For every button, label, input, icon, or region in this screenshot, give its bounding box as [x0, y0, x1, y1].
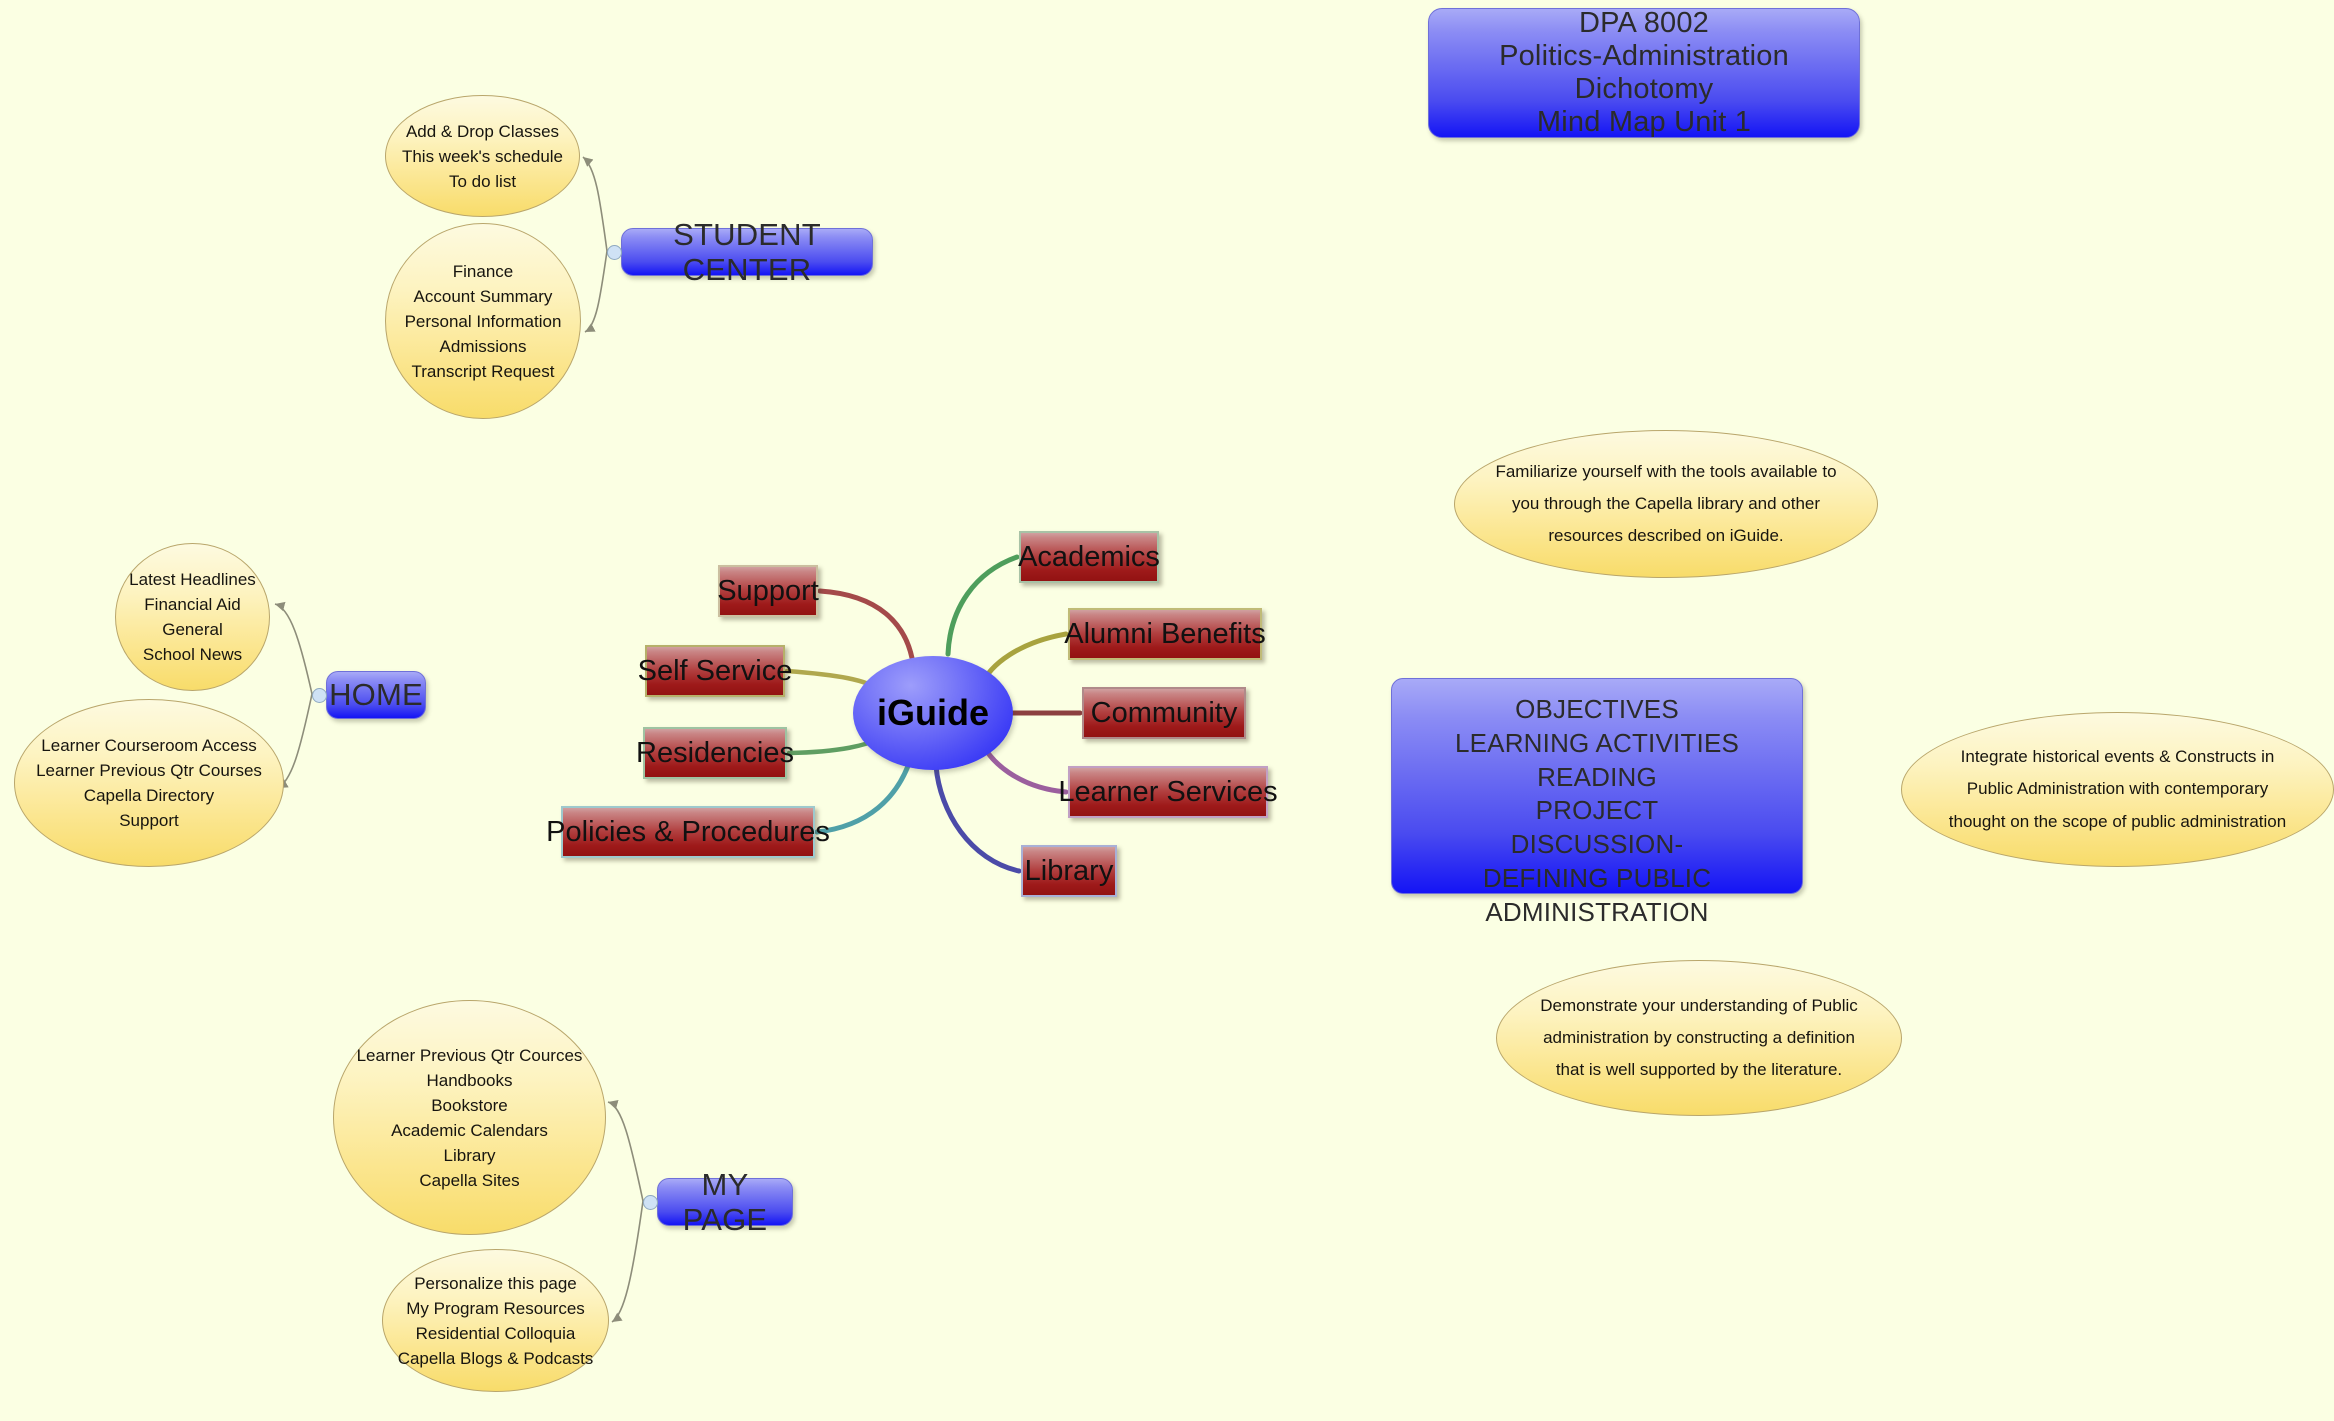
list-item: Academic Calendars [391, 1120, 548, 1140]
branch-curve-policies [814, 763, 911, 835]
connector-student-center-2 [584, 250, 608, 333]
objectives-line-5: DISCUSSION- [1510, 829, 1684, 860]
home-detail-group-2: Learner Courseroom Access Learner Previo… [14, 699, 284, 867]
note-library-tools: Familiarize yourself with the tools avai… [1454, 430, 1878, 578]
list-item: Learner Courseroom Access [41, 736, 257, 755]
student-center-detail-group-1: Add & Drop Classes This week's schedule … [385, 95, 580, 217]
student-center-detail-group-2: Finance Account Summary Personal Informa… [385, 223, 581, 419]
home-detail-group-1: Latest Headlines Financial Aid General S… [115, 543, 270, 691]
branch-academics[interactable]: Academics [1018, 531, 1160, 583]
branch-community[interactable]: Community [1082, 687, 1246, 739]
objectives-line-2: LEARNING ACTIVITIES [1454, 727, 1740, 758]
node-iguide-center[interactable]: iGuide [853, 656, 1013, 770]
branch-curve-support [817, 588, 915, 661]
objectives-line-1: OBJECTIVES [1515, 694, 1679, 724]
branch-community-label: Community [1090, 696, 1238, 729]
list-item: Bookstore [431, 1095, 508, 1115]
note-demonstrate-understanding: Demonstrate your understanding of Public… [1496, 960, 1902, 1116]
list-item: Personalize this page [414, 1273, 577, 1293]
objectives-line-3: READING [1537, 761, 1657, 792]
node-my-page-label: MY PAGE [682, 1166, 768, 1237]
branch-self-service[interactable]: Self Service [638, 645, 792, 697]
list-item: Learner Previous Qtr Cources [356, 1045, 583, 1065]
note-text: Integrate historical events & Constructs… [1948, 747, 2287, 831]
note-text: Familiarize yourself with the tools avai… [1495, 461, 1837, 546]
connector-mypage-2 [611, 1200, 644, 1323]
list-item: Residential Colloquia [415, 1323, 576, 1343]
list-item: Learner Previous Qtr Courses [36, 761, 262, 780]
list-item: Add & Drop Classes [405, 121, 560, 141]
list-item: School News [142, 645, 243, 664]
objectives-line-4: PROJECT [1535, 795, 1659, 826]
title-line-3: Mind Map Unit 1 [1536, 105, 1752, 138]
branch-curve-library [933, 763, 1022, 874]
note-historical-events: Integrate historical events & Constructs… [1901, 712, 2334, 867]
list-item: This week's schedule [401, 146, 564, 166]
branch-policies-and-procedures[interactable]: Policies & Procedures [546, 806, 830, 858]
branch-support[interactable]: Support [717, 565, 819, 617]
list-item: My Program Resources [406, 1298, 585, 1318]
node-iguide-label: iGuide [876, 692, 989, 733]
node-student-center[interactable]: STUDENT CENTER [621, 217, 873, 287]
list-item: Capella Sites [419, 1170, 520, 1190]
mind-map-title: DPA 8002 Politics-Administration Dichoto… [1428, 7, 1860, 138]
list-item: Handbooks [426, 1070, 513, 1090]
branch-learner-services-label: Learner Services [1058, 775, 1278, 808]
branch-alumni-label: Alumni Benefits [1064, 617, 1266, 650]
branch-residencies[interactable]: Residencies [636, 727, 794, 779]
objectives-line-6: DEFINING PUBLIC ADMINISTRATION [1482, 862, 1712, 927]
title-line-2: Politics-Administration Dichotomy [1499, 40, 1789, 105]
list-item: Latest Headlines [129, 570, 256, 589]
list-item: Capella Blogs & Podcasts [397, 1348, 594, 1368]
collapse-toggle-home[interactable] [312, 688, 327, 703]
list-item: Capella Directory [83, 786, 215, 805]
branch-curve-academics [945, 554, 1020, 657]
objectives-panel: OBJECTIVES LEARNING ACTIVITIES READING P… [1391, 678, 1803, 927]
node-my-page[interactable]: MY PAGE [657, 1167, 793, 1237]
branch-library-label: Library [1024, 854, 1114, 887]
mind-map-canvas: DPA 8002 Politics-Administration Dichoto… [0, 0, 2334, 1421]
branch-support-label: Support [717, 574, 819, 607]
branch-alumni-benefits[interactable]: Alumni Benefits [1064, 608, 1266, 660]
branch-academics-label: Academics [1018, 540, 1160, 573]
collapse-toggle-student-center[interactable] [607, 245, 622, 260]
list-item: Transcript Request [411, 361, 555, 381]
list-item: Admissions [439, 336, 527, 356]
list-item: Library [443, 1145, 496, 1165]
list-item: To do list [448, 171, 517, 191]
node-home[interactable]: HOME [326, 671, 426, 719]
node-home-label: HOME [329, 677, 423, 713]
mypage-detail-group-1: Learner Previous Qtr Cources Handbooks B… [333, 1000, 606, 1235]
mypage-detail-group-2: Personalize this page My Program Resourc… [382, 1249, 609, 1392]
connector-mypage-1 [607, 1100, 644, 1202]
list-item: Financial Aid [144, 595, 241, 614]
collapse-toggle-my-page[interactable] [643, 1195, 658, 1210]
note-text: Demonstrate your understanding of Public… [1540, 995, 1858, 1080]
connector-student-center-1 [582, 156, 608, 252]
branch-policies-label: Policies & Procedures [546, 815, 830, 848]
branch-residencies-label: Residencies [636, 736, 794, 769]
branch-self-service-label: Self Service [637, 654, 793, 687]
list-item: Personal Information [404, 311, 562, 331]
list-item: General [162, 620, 223, 639]
list-item: Finance [452, 261, 514, 281]
node-student-center-label: STUDENT CENTER [673, 216, 821, 287]
branch-learner-services[interactable]: Learner Services [1058, 766, 1278, 818]
title-line-1: DPA 8002 [1578, 7, 1710, 40]
connector-home-1 [274, 601, 313, 695]
list-item: Support [119, 811, 179, 830]
list-item: Account Summary [413, 286, 553, 306]
branch-library[interactable]: Library [1021, 845, 1117, 897]
